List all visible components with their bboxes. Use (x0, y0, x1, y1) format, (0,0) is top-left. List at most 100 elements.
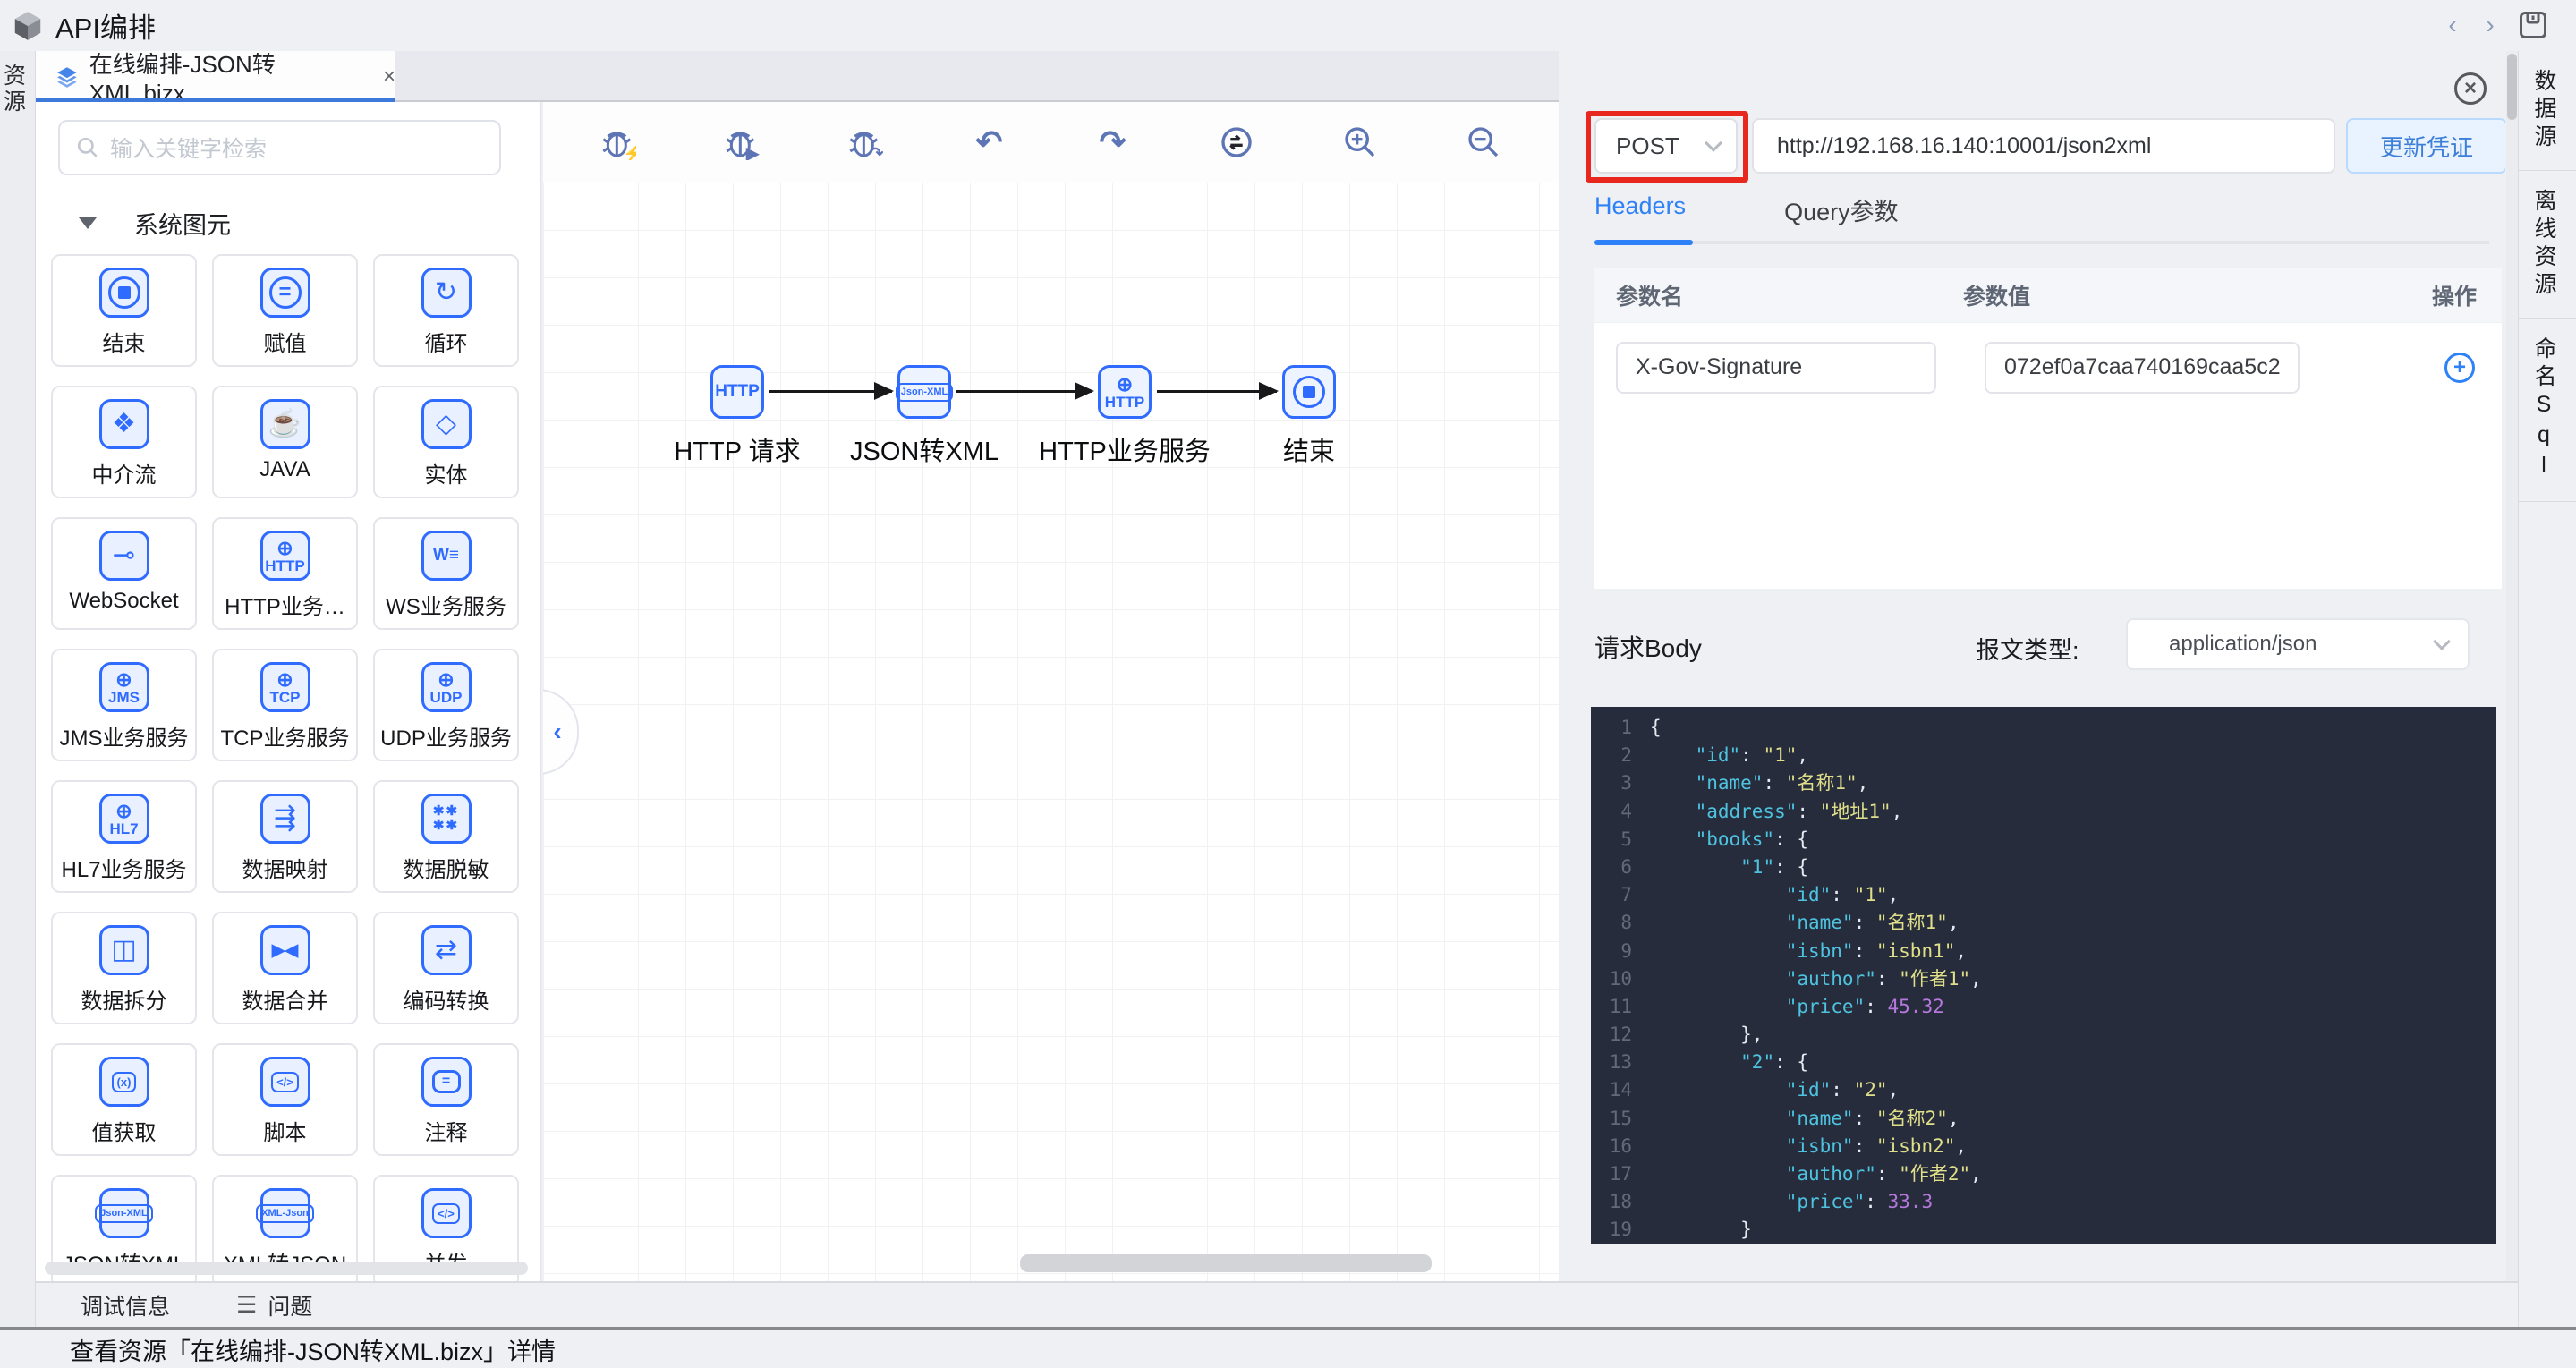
right-rail-item-3[interactable]: 命名Sql (2531, 336, 2560, 483)
tabs-track (1594, 241, 2489, 244)
palette-item-badge-hl7[interactable]: ⊕ HL7 HL7业务服务 (51, 780, 197, 893)
api-orchestration-window: API编排 ‹ › 资源 在线编排-JSON转XML.bizx × 输入关键字检… (0, 0, 2576, 1368)
palette-item-websocket[interactable]: ⊸ WebSocket (51, 517, 197, 630)
palette-item-label: HL7业务服务 (61, 858, 187, 882)
palette-item-encode[interactable]: ⇄ 编码转换 (373, 912, 519, 1024)
flow-node-label: HTTP业务服务 (1039, 438, 1211, 466)
request-tabs: Headers Query参数 (1594, 192, 1997, 236)
tab-query-params[interactable]: Query参数 (1784, 192, 1899, 236)
palette-item-flow[interactable]: ❖ 中介流 (51, 386, 197, 498)
right-rail-item-2[interactable]: 离线资源 (2531, 189, 2560, 300)
undo-icon[interactable]: ↶ (969, 123, 1008, 162)
canvas-hscrollbar[interactable] (1020, 1254, 1432, 1272)
tab-close-icon[interactable]: × (383, 64, 395, 89)
flow-node-stop[interactable]: 结束 (1233, 365, 1385, 468)
code-line: 19 } (1609, 1219, 1752, 1241)
tab-bar: 在线编排-JSON转XML.bizx × (36, 51, 1559, 106)
palette-item-badge-jms[interactable]: ⊕ JMS JMS业务服务 (51, 649, 197, 761)
chevron-down-icon (2433, 633, 2451, 650)
palette-item-label: 赋值 (263, 332, 307, 356)
svg-text:↷: ↷ (870, 143, 883, 160)
debug-info-tab[interactable]: 调试信息 (81, 1289, 170, 1321)
palette-item-comment[interactable]: = 注释 (373, 1043, 519, 1156)
concurrent-icon: </> (421, 1188, 472, 1238)
save-icon[interactable] (2517, 9, 2549, 41)
tabs-active-indicator (1594, 240, 1693, 245)
palette-section-header[interactable]: 系统图元 (36, 206, 231, 241)
inspector-vscrollbar[interactable] (2506, 51, 2518, 1281)
right-rail: 数据源离线资源命名Sql (2518, 51, 2576, 1327)
method-select[interactable]: POST (1594, 118, 1738, 174)
param-value-input[interactable]: 072ef0a7caa740169caa5c2 (1985, 341, 2300, 394)
palette-item-label: 结束 (102, 332, 146, 356)
debug-flash-icon[interactable]: ⚡ (599, 123, 638, 162)
palette-item-label: 数据脱敏 (403, 858, 489, 882)
flow-node-json-xml[interactable]: Json-XML JSON转XML (848, 365, 1000, 468)
tab-headers[interactable]: Headers (1594, 192, 1686, 236)
palette-item-label: 中介流 (91, 463, 157, 488)
flow-icon: ❖ (98, 399, 149, 449)
problems-tab[interactable]: 问题 (268, 1289, 312, 1321)
zoom-out-icon[interactable] (1464, 123, 1503, 162)
redo-icon[interactable]: ↷ (1093, 123, 1133, 162)
palette-item-split[interactable]: ◫ 数据拆分 (51, 912, 197, 1024)
search-input[interactable]: 输入关键字检索 (58, 120, 501, 175)
palette-item-loop[interactable]: ↻ 循环 (373, 254, 519, 367)
palette-item-stop[interactable]: 结束 (51, 254, 197, 367)
script-icon: </> (259, 1057, 310, 1107)
split-icon: ◫ (98, 925, 149, 975)
palette-item-entity[interactable]: ◇ 实体 (373, 386, 519, 498)
tab-online-orchestration[interactable]: 在线编排-JSON转XML.bizx × (36, 51, 395, 106)
encode-icon: ⇄ (421, 925, 472, 975)
update-credential-button[interactable]: 更新凭证 (2346, 118, 2505, 174)
code-line: 17 "author": "作者2", (1609, 1163, 1982, 1185)
badge-tcp-icon: ⊕ TCP (259, 662, 310, 712)
badge-http-icon: ⊕ HTTP (259, 531, 310, 581)
bizx-file-icon (57, 66, 77, 88)
flow-node-badge-http[interactable]: ⊕ HTTP HTTP业务服务 (1039, 365, 1211, 468)
problems-list-icon: ☰ (236, 1291, 258, 1318)
palette-hscrollbar[interactable] (45, 1262, 528, 1275)
nav-forward-icon[interactable]: › (2475, 11, 2505, 39)
palette-item-assign[interactable]: = 赋值 (212, 254, 358, 367)
body-code-editor[interactable]: 1{2 "id": "1", 3 "name": "名称1", 4 "address… (1591, 707, 2496, 1244)
nav-back-icon[interactable]: ‹ (2437, 11, 2468, 39)
url-input[interactable]: http://192.168.16.140:10001/json2xml (1752, 118, 2335, 174)
palette-item-mask[interactable]: ✱✱ ✱✱ 数据脱敏 (373, 780, 519, 893)
right-rail-item-1[interactable]: 数据源 (2531, 69, 2560, 152)
code-line: 2 "id": "1", (1620, 744, 1809, 767)
badge-jms-icon: ⊕ JMS (98, 662, 149, 712)
palette-item-label: 数据合并 (242, 990, 328, 1014)
palette-item-value-get[interactable]: (x) 值获取 (51, 1043, 197, 1156)
sync-icon[interactable] (1217, 123, 1256, 162)
palette-item-label: 实体 (424, 463, 468, 488)
debug-run-icon[interactable]: ▶ (722, 123, 761, 162)
param-name-input[interactable]: X-Gov-Signature (1616, 341, 1936, 394)
ws-doc-icon: W≡ (421, 531, 472, 581)
palette-item-badge-udp[interactable]: ⊕ UDP UDP业务服务 (373, 649, 519, 761)
zoom-in-icon[interactable] (1340, 123, 1380, 162)
scrollbar-thumb[interactable] (2507, 54, 2517, 120)
palette-item-badge-http[interactable]: ⊕ HTTP HTTP业务… (212, 517, 358, 630)
palette-item-merge[interactable]: ▶◀ 数据合并 (212, 912, 358, 1024)
websocket-icon: ⊸ (98, 531, 149, 581)
col-operation: 操作 (2431, 285, 2477, 310)
comment-icon: = (421, 1057, 472, 1107)
content-type-select[interactable]: application/json (2126, 618, 2470, 670)
close-panel-icon[interactable]: × (2454, 72, 2487, 105)
palette-item-script[interactable]: </> 脚本 (212, 1043, 358, 1156)
add-param-icon[interactable]: + (2444, 352, 2475, 383)
resources-rail-item[interactable]: 资源 (1, 64, 30, 115)
chevron-down-icon (1705, 134, 1722, 152)
palette-item-badge-tcp[interactable]: ⊕ TCP TCP业务服务 (212, 649, 358, 761)
code-line: 8 "name": "名称1", (1620, 912, 1960, 934)
flow-node-http[interactable]: HTTP HTTP 请求 (661, 365, 813, 468)
palette-item-java[interactable]: ☕ JAVA (212, 386, 358, 498)
mask-icon: ✱✱ ✱✱ (421, 794, 472, 844)
divider (2519, 170, 2576, 171)
flow-canvas[interactable]: ⚡ ▶ ↷ ↶ ↷ HTTP HTTP 请求 Json-XML JSON转XML ⊕HTTP… (543, 102, 1559, 1281)
debug-step-icon[interactable]: ↷ (846, 123, 885, 162)
url-value: http://192.168.16.140:10001/json2xml (1777, 132, 2152, 158)
palette-item-mapping[interactable]: ⇶ 数据映射 (212, 780, 358, 893)
palette-item-ws-doc[interactable]: W≡ WS业务服务 (373, 517, 519, 630)
